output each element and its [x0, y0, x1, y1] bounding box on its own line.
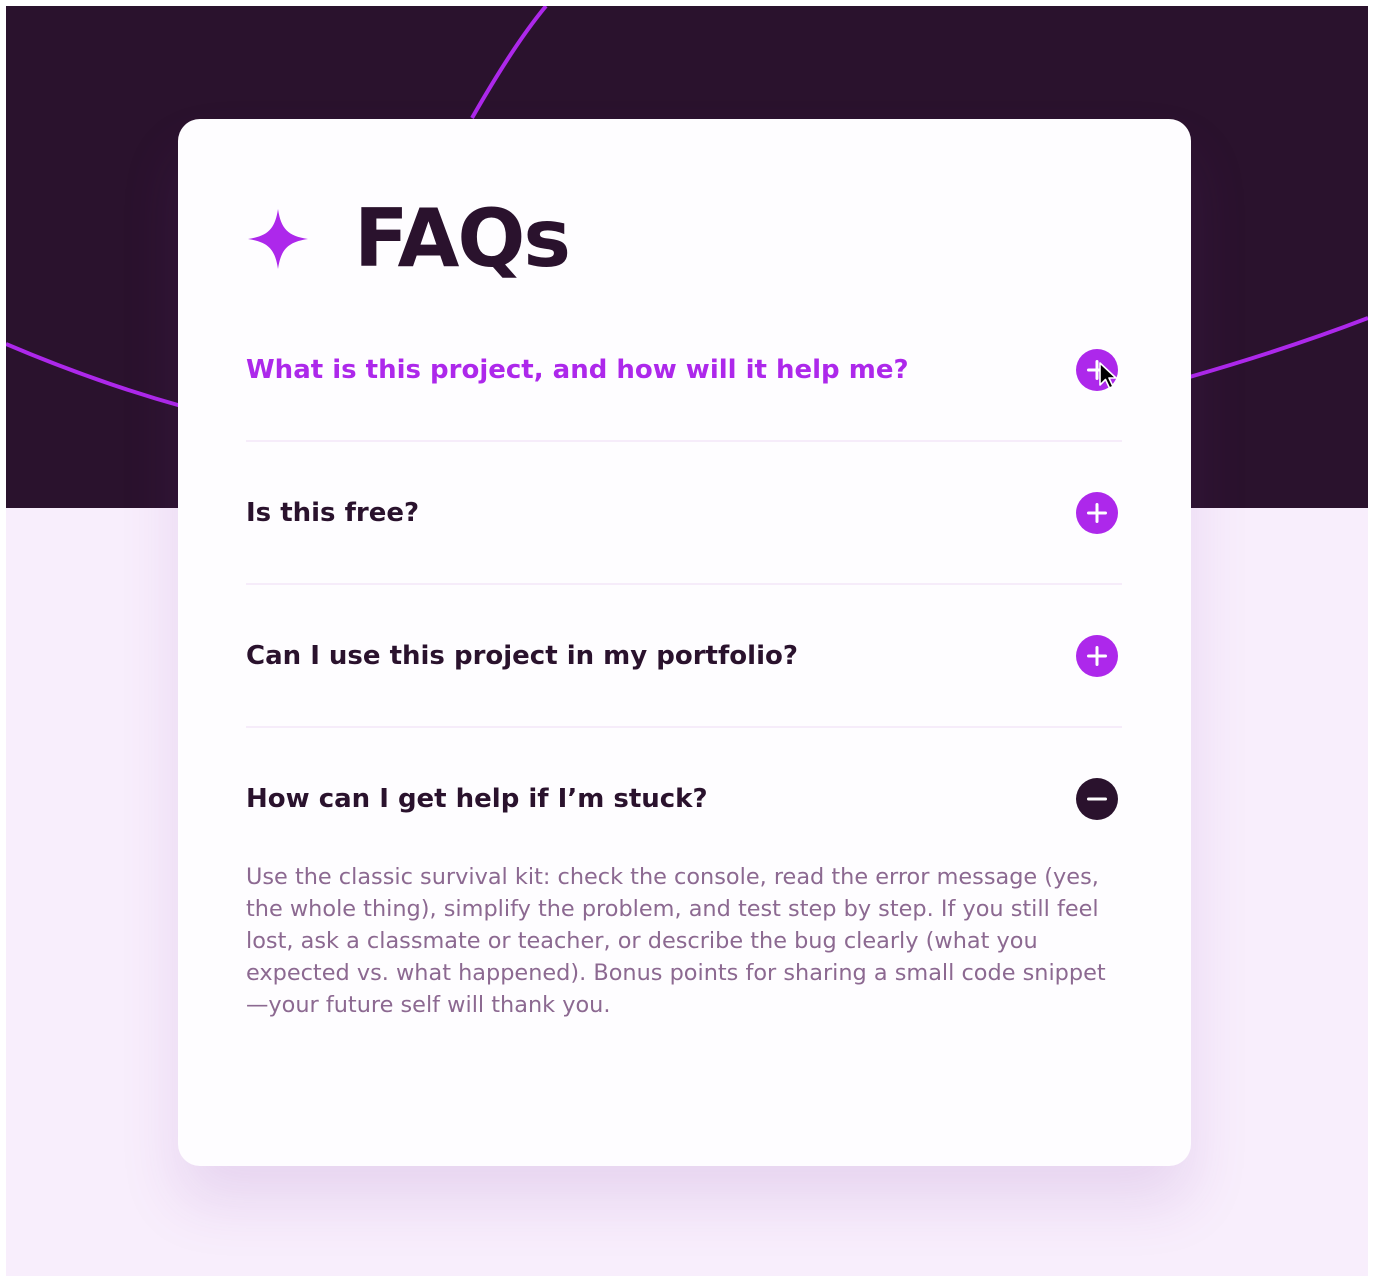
faq-card: FAQs What is this project, and how will … — [178, 119, 1191, 1166]
star-icon — [248, 209, 308, 269]
curve-right — [1185, 316, 1368, 380]
card-header: FAQs — [246, 191, 571, 287]
minus-icon — [1076, 777, 1118, 820]
faq-question-button[interactable]: Can I use this project in my portfolio? — [246, 585, 1122, 726]
curve-top — [470, 6, 548, 119]
faq-item: Can I use this project in my portfolio? — [246, 583, 1122, 726]
faq-toggle-button[interactable] — [1076, 777, 1118, 820]
faq-item: What is this project, and how will it he… — [246, 299, 1122, 440]
plus-icon — [1076, 634, 1118, 677]
page-title: FAQs — [354, 192, 571, 285]
faq-toggle-button[interactable] — [1076, 491, 1118, 534]
page-viewport: FAQs What is this project, and how will … — [6, 6, 1368, 1276]
faq-question-text: What is this project, and how will it he… — [246, 354, 909, 385]
faq-question-text: How can I get help if I’m stuck? — [246, 783, 708, 814]
faq-list: What is this project, and how will it he… — [246, 299, 1122, 1101]
faq-toggle-button[interactable] — [1076, 634, 1118, 677]
faq-item: Is this free? — [246, 440, 1122, 583]
faq-question-button[interactable]: How can I get help if I’m stuck? — [246, 728, 1122, 869]
faq-answer-text: Use the classic survival kit: check the … — [246, 864, 1106, 1018]
plus-icon — [1076, 491, 1118, 534]
faq-question-text: Can I use this project in my portfolio? — [246, 640, 798, 671]
mouse-cursor-icon — [1099, 361, 1117, 389]
faq-question-text: Is this free? — [246, 497, 420, 528]
faq-toggle-button[interactable] — [1076, 348, 1118, 391]
faq-question-button[interactable]: Is this free? — [246, 442, 1122, 583]
faq-question-button[interactable]: What is this project, and how will it he… — [246, 299, 1122, 440]
faq-item: How can I get help if I’m stuck? Use the… — [246, 726, 1122, 1101]
